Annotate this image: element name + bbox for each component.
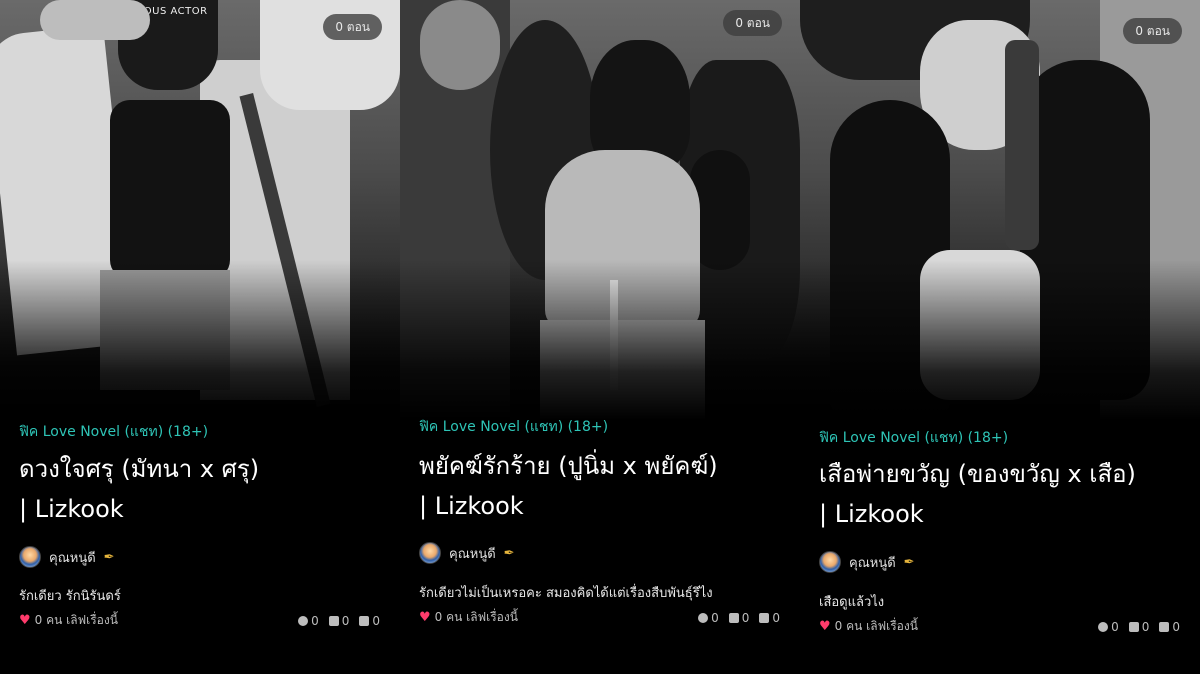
- genre-label[interactable]: ฟิค Love Novel (แชท) (18+): [819, 427, 1008, 449]
- eye-icon: [698, 612, 709, 623]
- genre-label[interactable]: ฟิค Love Novel (แชท) (18+): [19, 421, 208, 443]
- likes[interactable]: ♥ 0 คน เลิฟเรื่องนี้: [19, 611, 118, 630]
- comments-stat: 0: [1128, 619, 1150, 634]
- stats-row: ♥ 0 คน เลิฟเรื่องนี้ 0 0 0: [419, 608, 780, 627]
- heart-icon[interactable]: ♥: [19, 613, 31, 628]
- avatar: [419, 542, 441, 564]
- comment-icon: [328, 615, 339, 626]
- views-stat: 0: [698, 611, 719, 625]
- story-title[interactable]: เสือพ่ายขวัญ (ของขวัญ x เสือ) | Lizkook: [819, 454, 1189, 534]
- story-title-line1: พยัคฆ์รักร้าย (ปูนิ่ม x พยัคฆ์): [419, 452, 718, 480]
- avatar: [819, 551, 841, 573]
- quill-pen-icon: ✒: [103, 549, 115, 565]
- eye-icon: [1098, 621, 1109, 632]
- comment-icon: [1128, 621, 1139, 632]
- views-count: 0: [311, 613, 319, 628]
- quill-pen-icon: ✒: [903, 554, 915, 570]
- story-card[interactable]: 0 ตอน ฟิค Love Novel (แชท) (18+) เสือพ่า…: [800, 0, 1200, 674]
- story-stats: 0 0 0: [1098, 620, 1180, 634]
- chapters-stat: 0: [759, 611, 780, 625]
- likes-text: 0 คน เลิฟเรื่องนี้: [834, 619, 918, 633]
- chapters-stat: 0: [359, 614, 380, 628]
- book-icon: [759, 612, 770, 623]
- story-title-line1: ดวงใจศรุ (มัทนา x ศรุ): [19, 455, 260, 483]
- likes[interactable]: ♥ 0 คน เลิฟเรื่องนี้: [419, 608, 518, 627]
- stats-row: ♥ 0 คน เลิฟเรื่องนี้ 0 0 0: [19, 611, 380, 630]
- author-row[interactable]: คุณหนูดี ✒: [19, 546, 115, 568]
- comments-stat: 0: [328, 613, 350, 628]
- cover-photo: [400, 0, 800, 420]
- story-title[interactable]: พยัคฆ์รักร้าย (ปูนิ่ม x พยัคฆ์) | Lizkoo…: [419, 446, 789, 526]
- heart-icon[interactable]: ♥: [419, 610, 431, 625]
- chapters-stat: 0: [1159, 620, 1180, 634]
- chapters-count: 0: [372, 613, 380, 628]
- episode-count-badge: 0 ตอน: [723, 10, 782, 36]
- story-title-line2: | Lizkook: [419, 492, 524, 520]
- comments-count: 0: [741, 610, 750, 625]
- author-name: คุณหนูดี: [49, 550, 96, 566]
- chapters-count: 0: [1172, 619, 1180, 634]
- cover-photo: [800, 0, 1200, 420]
- likes[interactable]: ♥ 0 คน เลิฟเรื่องนี้: [819, 617, 918, 636]
- book-icon: [1159, 621, 1170, 632]
- comments-stat: 0: [728, 610, 750, 625]
- story-title[interactable]: ดวงใจศรุ (มัทนา x ศรุ) | Lizkook: [19, 449, 389, 529]
- heart-icon[interactable]: ♥: [819, 619, 831, 634]
- story-description: เสือดูแล้วไง: [819, 595, 885, 610]
- book-icon: [359, 615, 370, 626]
- comment-icon: [728, 612, 739, 623]
- story-card[interactable]: FAMOUS ACTOR 0 ตอน ฟิค Love Novel (แชท) …: [0, 0, 400, 674]
- avatar: [19, 546, 41, 568]
- views-count: 0: [711, 610, 719, 625]
- cover-photo: FAMOUS ACTOR: [0, 0, 400, 420]
- episode-count-badge: 0 ตอน: [1123, 18, 1182, 44]
- stats-row: ♥ 0 คน เลิฟเรื่องนี้ 0 0 0: [819, 617, 1180, 636]
- story-title-line1: เสือพ่ายขวัญ (ของขวัญ x เสือ): [819, 460, 1136, 488]
- comments-count: 0: [341, 613, 350, 628]
- likes-text: 0 คน เลิฟเรื่องนี้: [434, 610, 518, 624]
- story-card[interactable]: 0 ตอน ฟิค Love Novel (แชท) (18+) พยัคฆ์ร…: [400, 0, 800, 674]
- views-stat: 0: [1098, 620, 1119, 634]
- likes-text: 0 คน เลิฟเรื่องนี้: [34, 613, 118, 627]
- eye-icon: [298, 615, 309, 626]
- story-title-line2: | Lizkook: [819, 500, 924, 528]
- views-stat: 0: [298, 614, 319, 628]
- story-stats: 0 0 0: [698, 611, 780, 625]
- views-count: 0: [1111, 619, 1119, 634]
- episode-count-badge: 0 ตอน: [323, 14, 382, 40]
- story-description: รักเดียวไม่เป็นเหรอคะ สมองคิดได้แต่เรื่อ…: [419, 586, 713, 601]
- author-row[interactable]: คุณหนูดี ✒: [819, 551, 915, 573]
- quill-pen-icon: ✒: [503, 545, 515, 561]
- story-description: รักเดียว รักนิรันดร์: [19, 589, 121, 604]
- author-row[interactable]: คุณหนูดี ✒: [419, 542, 515, 564]
- author-name: คุณหนูดี: [449, 546, 496, 562]
- comments-count: 0: [1141, 619, 1150, 634]
- story-title-line2: | Lizkook: [19, 495, 124, 523]
- genre-label[interactable]: ฟิค Love Novel (แชท) (18+): [419, 416, 608, 438]
- chapters-count: 0: [772, 610, 780, 625]
- author-name: คุณหนูดี: [849, 555, 896, 571]
- story-stats: 0 0 0: [298, 614, 380, 628]
